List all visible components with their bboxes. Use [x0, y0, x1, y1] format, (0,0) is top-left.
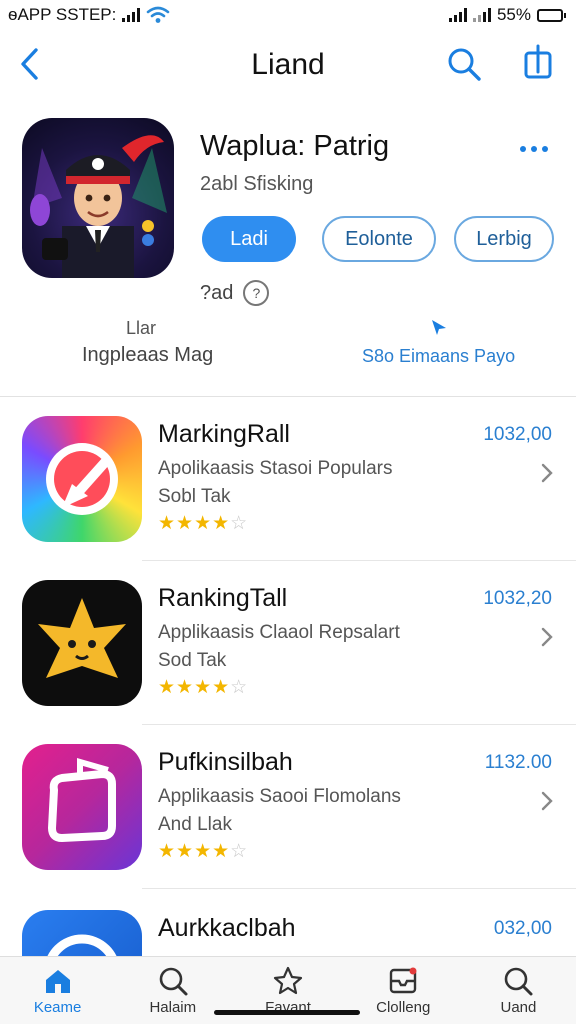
list-item[interactable]: MarkingRall Apolikaasis Stasoi Populars …: [0, 398, 576, 562]
info-link[interactable]: S8o Eimaans Payo: [362, 346, 515, 367]
cursor-icon: [432, 320, 446, 335]
chevron-right-icon: [541, 791, 553, 811]
rating-stars: ★★★★☆: [158, 841, 249, 862]
app-description: Applikaasis Saooi Flomolans: [158, 786, 401, 807]
tab-home[interactable]: Keame: [0, 957, 115, 1024]
star-face-icon: [22, 580, 142, 706]
share-icon[interactable]: [520, 44, 556, 84]
page-title: Liand: [251, 48, 325, 81]
featured-app-icon[interactable]: [22, 118, 174, 278]
search-icon: [505, 967, 533, 996]
info-circle-icon[interactable]: ?: [243, 280, 270, 306]
section-divider: [0, 396, 576, 397]
battery-icon: [537, 8, 566, 22]
nav-bar: Liand: [0, 38, 576, 92]
rating-stars: ★★★★☆: [158, 513, 249, 534]
app-name: RankingTall: [158, 584, 288, 612]
chat-bubble-icon: [22, 416, 142, 542]
secondary-button[interactable]: Eolonte: [322, 216, 436, 262]
list-item[interactable]: Aurkkaclbah 032,00: [0, 892, 576, 956]
home-indicator[interactable]: [214, 1010, 360, 1015]
carrier-text: ѳAPP SSTEP:: [8, 5, 117, 24]
featured-meta: ?ad ?: [200, 280, 270, 306]
app-name: Pufkinsilbah: [158, 748, 293, 776]
tertiary-button[interactable]: Lerbig: [454, 216, 554, 262]
app-price: 1132.00: [484, 752, 552, 773]
tab-collection[interactable]: Clolleng: [346, 957, 461, 1024]
list-item[interactable]: Pufkinsilbah Applikaasis Saooi Flomolans…: [0, 726, 576, 890]
app-price: 1032,00: [483, 424, 552, 445]
app-subtitle: Sobl Tak: [158, 486, 231, 507]
info-label: Llar: [126, 318, 157, 338]
app-description: Applikaasis Claaol Repsalart: [158, 622, 400, 643]
app-description: Apolikaasis Stasoi Populars: [158, 458, 393, 479]
info-value: Ingpleaas Mag: [82, 344, 214, 366]
get-button[interactable]: Ladi: [202, 216, 296, 262]
app-subtitle: Sod Tak: [158, 650, 227, 671]
tab-label: Uand: [500, 999, 537, 1016]
tab-label: Clolleng: [376, 999, 431, 1016]
signal-icon: [448, 8, 467, 22]
row-divider: [142, 724, 576, 725]
tab-account[interactable]: Uand: [461, 957, 576, 1024]
tab-label: Keame: [33, 999, 82, 1016]
tab-label: Halaim: [149, 999, 197, 1016]
status-bar: ѳAPP SSTEP: 55%: [0, 0, 576, 30]
featured-app-name: Waplua: Patrig: [200, 130, 390, 162]
signal-icon-secondary: [472, 8, 491, 22]
meta-text: ?ad: [200, 281, 234, 304]
tab-search[interactable]: Halaim: [115, 957, 230, 1024]
app-name: Aurkkaclbah: [158, 914, 296, 942]
star-icon: [273, 966, 303, 995]
featured-app-subtitle: 2abl Sfisking: [200, 173, 314, 195]
app-price: 1032,20: [483, 588, 552, 609]
search-icon[interactable]: [446, 46, 482, 82]
more-options-icon[interactable]: [514, 136, 554, 162]
battery-percent: 55%: [496, 5, 531, 24]
circle-icon: [22, 910, 142, 956]
wifi-icon: [147, 6, 170, 23]
list-item[interactable]: RankingTall Applikaasis Claaol Repsalart…: [0, 562, 576, 726]
inbox-icon: [390, 967, 417, 994]
row-divider: [142, 888, 576, 889]
app-name: MarkingRall: [158, 420, 290, 448]
signal-icon: [122, 8, 141, 22]
app-price: 032,00: [493, 918, 552, 939]
chevron-right-icon: [541, 627, 553, 647]
chevron-right-icon: [541, 463, 553, 483]
home-icon: [45, 970, 70, 993]
app-subtitle: And Llak: [158, 814, 232, 835]
rating-stars: ★★★★☆: [158, 677, 249, 698]
search-icon: [159, 967, 188, 996]
frame-icon: [22, 744, 142, 870]
row-divider: [142, 560, 576, 561]
